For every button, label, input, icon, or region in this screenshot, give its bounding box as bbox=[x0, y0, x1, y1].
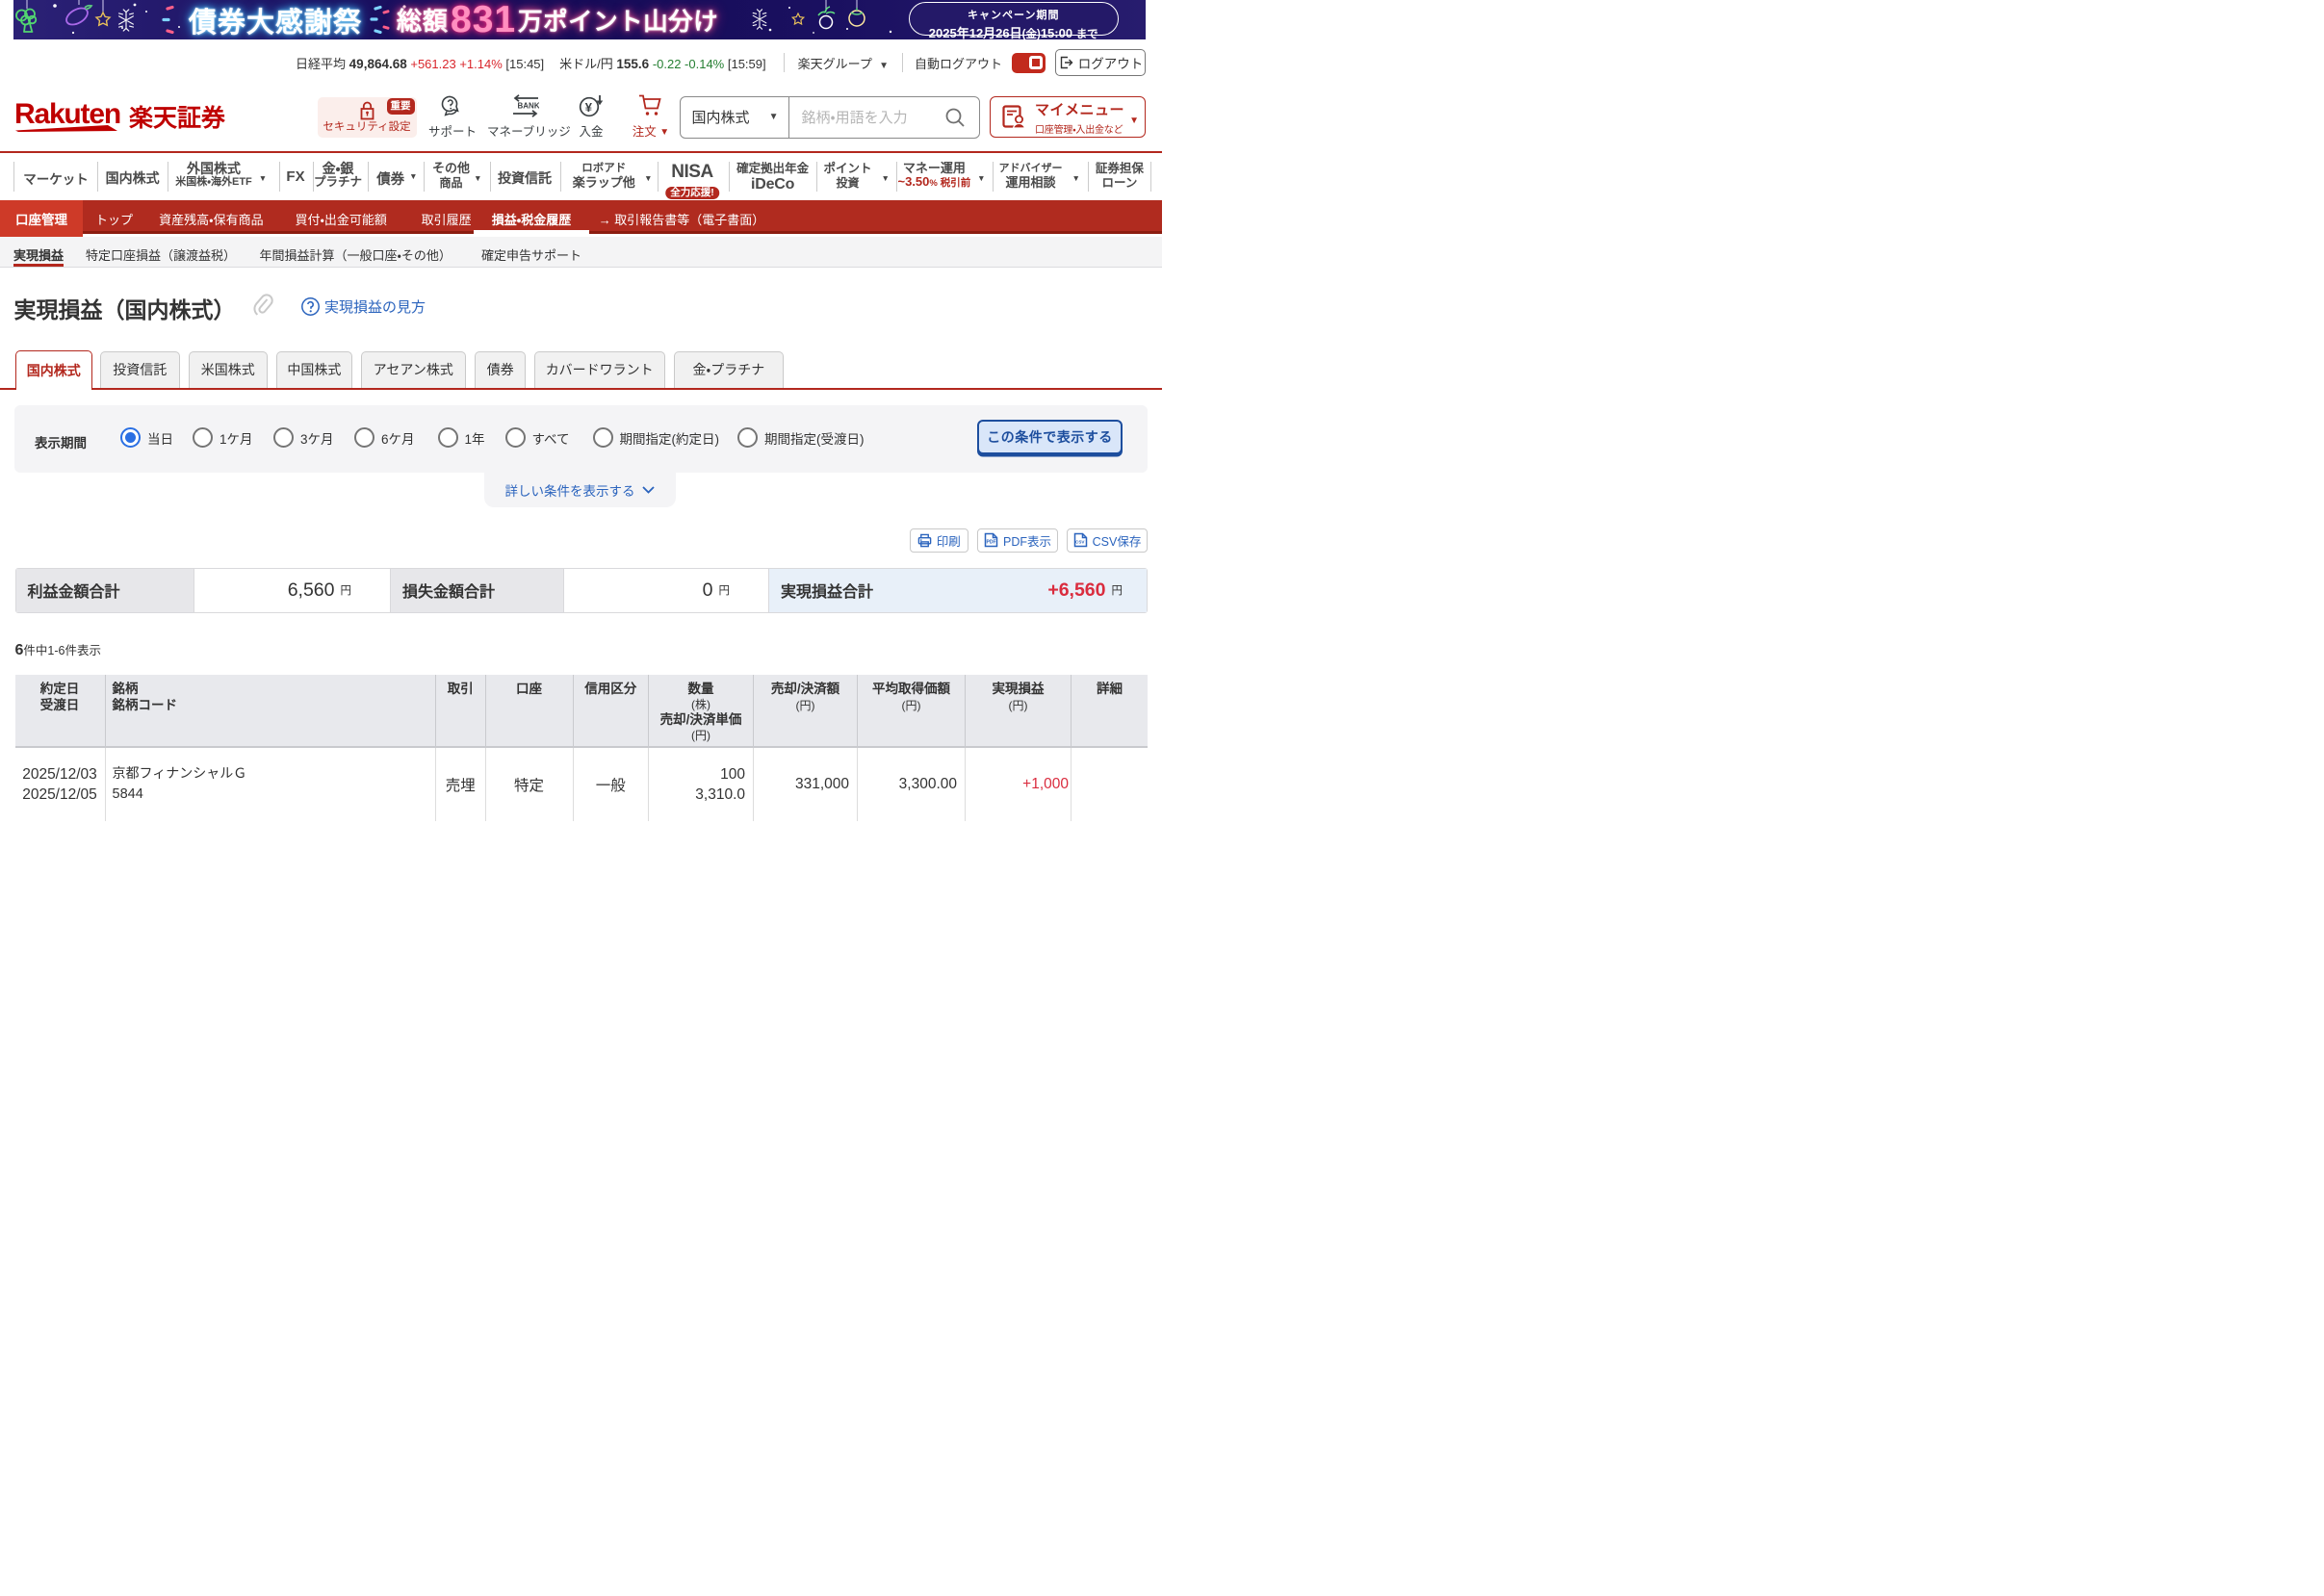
svg-text:¥: ¥ bbox=[584, 100, 592, 115]
svg-text:CSV: CSV bbox=[1075, 540, 1085, 545]
svg-text:BANK: BANK bbox=[518, 102, 540, 111]
svg-text:PDF: PDF bbox=[986, 540, 995, 546]
